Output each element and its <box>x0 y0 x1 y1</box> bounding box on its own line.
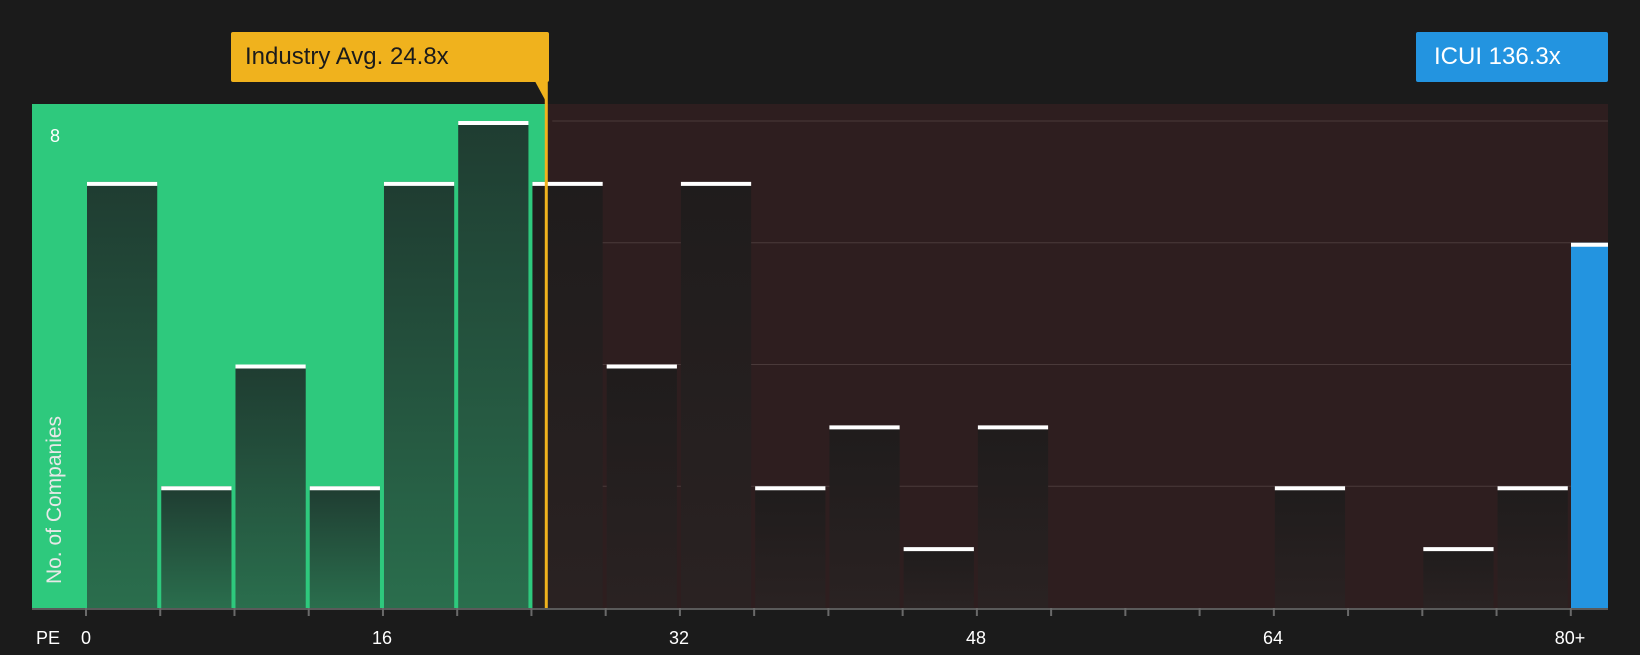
company-bar-top <box>1571 242 1608 247</box>
company-bar <box>1571 242 1608 608</box>
histogram-bar <box>161 486 232 608</box>
histogram-bar-top <box>383 181 455 186</box>
histogram-bar-top <box>458 121 529 125</box>
histogram-bar <box>606 364 677 608</box>
histogram-bar-top <box>903 547 974 552</box>
histogram-bar <box>1497 486 1568 608</box>
histogram-bar-top <box>977 425 1049 430</box>
histogram-bar <box>532 181 603 608</box>
histogram-bar-top <box>87 181 158 186</box>
histogram-bar-top <box>606 364 677 369</box>
histogram-bar <box>903 547 974 608</box>
histogram-bar-top <box>1274 486 1346 491</box>
histogram-bar <box>829 425 900 608</box>
y-tick-label: 8 <box>50 126 61 146</box>
x-axis-label: PE <box>36 628 61 648</box>
x-tick-label: 0 <box>80 628 92 648</box>
histogram-bar <box>755 486 826 608</box>
histogram-bar-top <box>532 181 603 186</box>
histogram-bar-top <box>1497 486 1568 491</box>
x-tick-label: 32 <box>668 628 690 648</box>
histogram-bar-top <box>235 364 306 369</box>
x-tick-label: 48 <box>965 628 987 648</box>
histogram-bar-top <box>1423 547 1494 552</box>
pe-distribution-chart: Industry Avg. 24.8x ICUI 136.3x No. of C… <box>0 0 1640 650</box>
histogram-bar <box>87 181 158 608</box>
histogram-bar <box>977 425 1049 608</box>
chart-svg <box>32 80 1608 616</box>
histogram-bar <box>383 181 455 608</box>
histogram-bar-top <box>755 486 826 491</box>
histogram-bar <box>235 364 306 608</box>
histogram-bar-top <box>309 486 380 491</box>
histogram-bar <box>1423 547 1494 608</box>
x-tick-label: 16 <box>371 628 393 648</box>
x-tick-label: 64 <box>1262 628 1284 648</box>
histogram-bar <box>458 121 529 608</box>
histogram-bar-top <box>680 181 752 186</box>
histogram-bar <box>309 486 380 608</box>
industry-average-callout: Industry Avg. 24.8x <box>231 32 549 82</box>
y-axis-label: No. of Companies <box>43 415 66 585</box>
histogram-bar-top <box>161 486 232 491</box>
histogram-bar-top <box>829 425 900 430</box>
x-tick-label: 80+ <box>1554 628 1586 648</box>
histogram-bar <box>680 181 752 608</box>
histogram-bar <box>1274 486 1346 608</box>
company-pe-callout: ICUI 136.3x <box>1416 32 1608 82</box>
